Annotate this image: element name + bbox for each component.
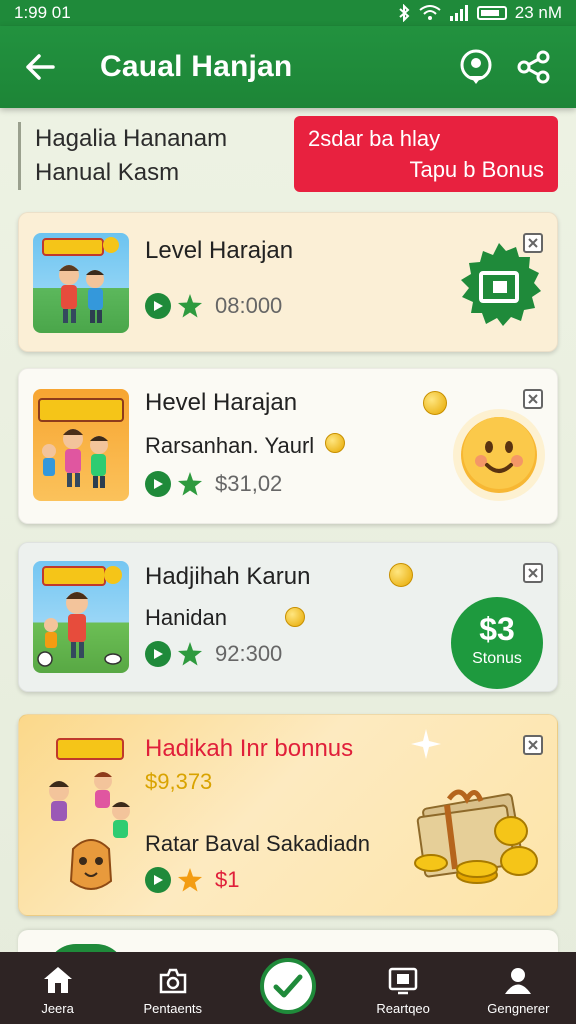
header-row: Hagalia Hananam Hanual Kasm 2sdar ba hla… — [18, 112, 560, 194]
game-name: Hadikah Inr bonnus — [145, 735, 354, 762]
battery-icon — [476, 6, 507, 20]
game-value: $9,373 — [145, 769, 213, 794]
star-icon — [178, 294, 202, 318]
coin-icon — [325, 433, 345, 453]
bonus-amount: $3 — [479, 611, 515, 647]
game-meta: $1 — [145, 867, 239, 893]
coin-icon — [423, 391, 447, 415]
app-title: Caual Hanjan — [100, 50, 293, 83]
signal-icon — [449, 5, 468, 21]
game-name: Level Harajan — [145, 237, 294, 264]
sparkle-icon — [411, 729, 441, 759]
header-line-2: Hanual Kasm — [35, 159, 180, 186]
nav-center-check-button[interactable] — [260, 958, 316, 1014]
nav-label-payments: Pentaents — [143, 1001, 203, 1016]
status-icons: 23 nM — [397, 3, 562, 23]
game-card[interactable]: Hadjihah Karun Hanidan 92:300 $3 Stonus — [18, 542, 558, 692]
nav-label-home: Jeera — [41, 1001, 74, 1016]
back-button[interactable] — [20, 47, 60, 87]
game-thumbnail — [33, 233, 129, 333]
header-line-1: Hagalia Hananam — [35, 125, 228, 152]
promo-banner[interactable]: 2sdar ba hlay Tapu b Bonus — [294, 116, 558, 192]
game-thumbnail — [33, 561, 129, 673]
smiley-sun-icon — [453, 409, 545, 501]
play-icon — [145, 471, 171, 497]
game-card[interactable]: Level Harajan 08:000 — [18, 212, 558, 352]
play-icon — [145, 293, 171, 319]
close-icon — [528, 568, 538, 578]
game-amount: 92:300 — [215, 641, 283, 666]
game-meta: $31,02 — [145, 471, 282, 497]
location-pin-icon — [460, 49, 492, 84]
game-amount: $1 — [215, 867, 240, 892]
game-subtitle: Hanidan — [145, 605, 227, 630]
nav-item-home[interactable]: Jeera — [3, 963, 113, 1016]
game-thumbnail — [33, 731, 145, 901]
status-time: 1:99 01 — [14, 3, 71, 22]
game-meta: 08:000 — [145, 293, 282, 319]
game-name: Hadjihah Karun — [145, 563, 311, 590]
coin-icon — [389, 563, 413, 587]
dismiss-button[interactable] — [523, 389, 543, 409]
close-icon — [528, 740, 538, 750]
star-icon — [178, 642, 202, 666]
header-text: Hagalia Hananam Hanual Kasm — [18, 122, 227, 190]
game-card[interactable]: Hevel Harajan Rarsanhan. Yaurl $31,02 — [18, 368, 558, 524]
game-subtitle: Rarsanhan. Yaurl — [145, 433, 315, 458]
play-icon — [145, 867, 171, 893]
check-icon — [273, 974, 303, 998]
game-amount: $31,02 — [215, 471, 283, 496]
location-button[interactable] — [454, 45, 498, 89]
promo-line-1: 2sdar ba hlay — [308, 126, 441, 151]
game-amount: 08:000 — [215, 293, 283, 318]
bonus-label: Stonus — [472, 650, 522, 667]
nav-label-reports: Reartqeo — [376, 1001, 430, 1016]
close-icon — [528, 394, 538, 404]
nav-item-reports[interactable]: Reartqeo — [348, 963, 458, 1016]
app-bar: Caual Hanjan — [0, 26, 576, 108]
share-button[interactable] — [512, 45, 556, 89]
promo-line-2: Tapu b Bonus — [409, 157, 544, 182]
bluetooth-icon — [399, 4, 410, 22]
status-bar: 1:99 01 23 nM — [0, 0, 576, 26]
star-icon — [178, 868, 202, 892]
wifi-icon — [419, 5, 441, 20]
share-icon — [517, 50, 550, 84]
tv-icon — [388, 967, 418, 995]
star-icon — [178, 472, 202, 496]
game-subtitle: Ratar Baval Sakadiadn — [145, 831, 371, 856]
game-name: Hevel Harajan — [145, 389, 298, 416]
play-icon — [145, 641, 171, 667]
bonus-badge[interactable]: $3 Stonus — [451, 597, 543, 689]
status-right-text: 23 nM — [514, 3, 562, 22]
game-card[interactable]: Hadikah Inr bonnus $9,373 Ratar Baval Sa… — [18, 714, 558, 916]
calendar-badge-icon — [461, 243, 541, 326]
game-meta: 92:300 — [145, 641, 282, 667]
profile-icon — [505, 968, 532, 994]
nav-label-profile: Gengnerer — [487, 1001, 550, 1016]
camera-icon — [159, 968, 187, 994]
nav-item-payments[interactable]: Pentaents — [118, 963, 228, 1016]
nav-item-profile[interactable]: Gengnerer — [463, 963, 573, 1016]
coin-icon — [285, 607, 305, 627]
home-icon — [43, 967, 72, 993]
game-thumbnail — [33, 389, 129, 501]
money-stack-icon — [414, 789, 538, 884]
dismiss-button[interactable] — [523, 563, 543, 583]
back-arrow-icon — [26, 54, 55, 80]
dismiss-button[interactable] — [523, 735, 543, 755]
